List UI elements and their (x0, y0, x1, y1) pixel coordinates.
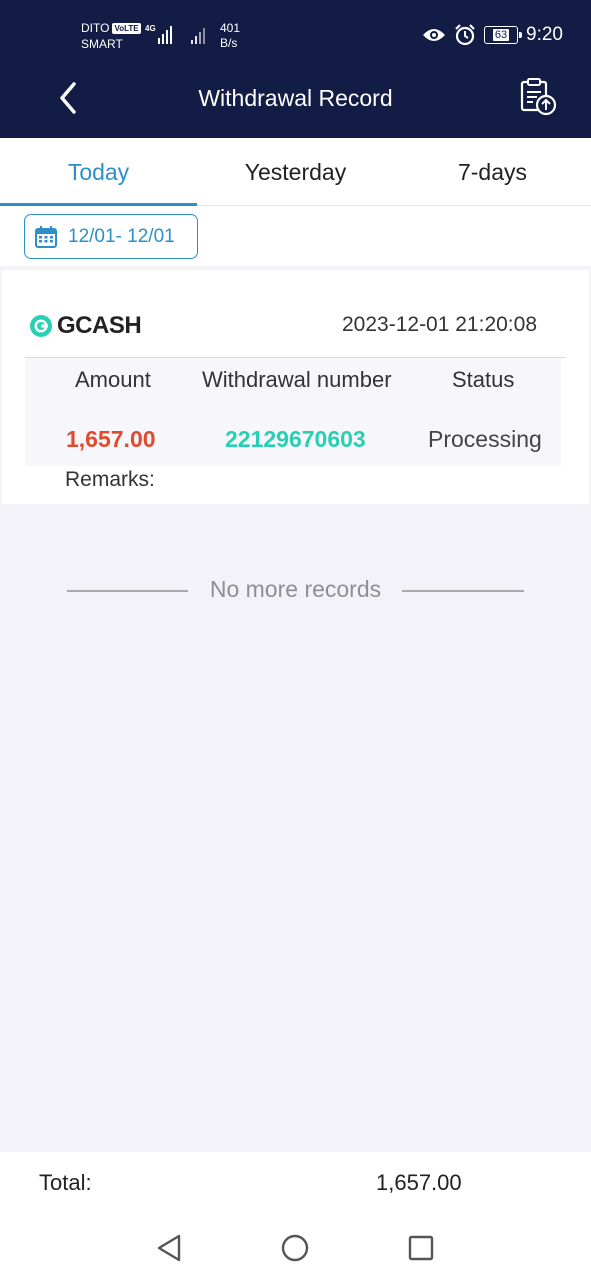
clipboard-upload-icon (520, 78, 557, 116)
battery-level: 63 (492, 29, 510, 41)
status-header: Status (452, 367, 515, 392)
export-record-button[interactable] (515, 76, 559, 118)
volte-badge: VoLTE (112, 22, 141, 34)
period-tabs: Today Yesterday 7-days (0, 138, 591, 206)
signal-icon (158, 22, 172, 44)
header: DITO VoLTE SMART 4G 401 B/s 63 9:20 With… (0, 0, 591, 138)
clock: 9:20 (526, 24, 563, 45)
tab-today[interactable]: Today (0, 138, 197, 206)
tab-yesterday[interactable]: Yesterday (197, 138, 394, 205)
app-screen: DITO VoLTE SMART 4G 401 B/s 63 9:20 With… (0, 0, 591, 1280)
circle-home-icon (281, 1234, 309, 1262)
calendar-icon (35, 225, 57, 248)
total-value: 1,657.00 (376, 1170, 462, 1195)
triangle-back-icon (157, 1234, 181, 1262)
network-speed: 401 B/s (220, 21, 241, 50)
total-label: Total: (39, 1170, 92, 1195)
date-filter-bar: 12/01- 12/01 (0, 206, 591, 266)
divider-right (402, 590, 524, 592)
remarks-label: Remarks: (65, 468, 155, 491)
record-datetime: 2023-12-01 21:20:08 (342, 313, 537, 336)
carrier-info: DITO VoLTE SMART (81, 20, 141, 52)
withdrawal-number-header: Withdrawal number (202, 367, 392, 392)
payment-method: GCASH (29, 312, 142, 340)
system-home-button[interactable] (277, 1230, 313, 1266)
carrier-name-1: DITO (81, 21, 110, 35)
amount-value: 1,657.00 (66, 426, 156, 452)
status-value: Processing (428, 426, 542, 452)
tab-7-days[interactable]: 7-days (394, 138, 591, 205)
payment-method-name: GCASH (57, 312, 142, 339)
signal-icon-2 (191, 22, 205, 44)
system-navigation (0, 1216, 591, 1280)
network-type: 4G (145, 24, 156, 33)
system-back-button[interactable] (151, 1230, 187, 1266)
date-range-label: 12/01- 12/01 (68, 225, 175, 247)
eye-icon (423, 29, 446, 41)
battery-icon: 63 (484, 26, 523, 44)
page-title: Withdrawal Record (198, 85, 393, 111)
status-icons: 63 9:20 (422, 24, 563, 46)
date-range-button[interactable]: 12/01- 12/01 (24, 214, 198, 259)
alarm-icon (455, 24, 475, 46)
carrier-name-2: SMART (81, 37, 123, 51)
square-recents-icon (408, 1235, 434, 1261)
amount-header: Amount (75, 367, 151, 392)
total-bar: Total: 1,657.00 (0, 1152, 591, 1216)
system-recents-button[interactable] (403, 1230, 439, 1266)
gcash-logo-icon (30, 315, 52, 337)
no-more-records: No more records (0, 574, 591, 608)
withdrawal-number-value: 22129670603 (225, 426, 366, 452)
